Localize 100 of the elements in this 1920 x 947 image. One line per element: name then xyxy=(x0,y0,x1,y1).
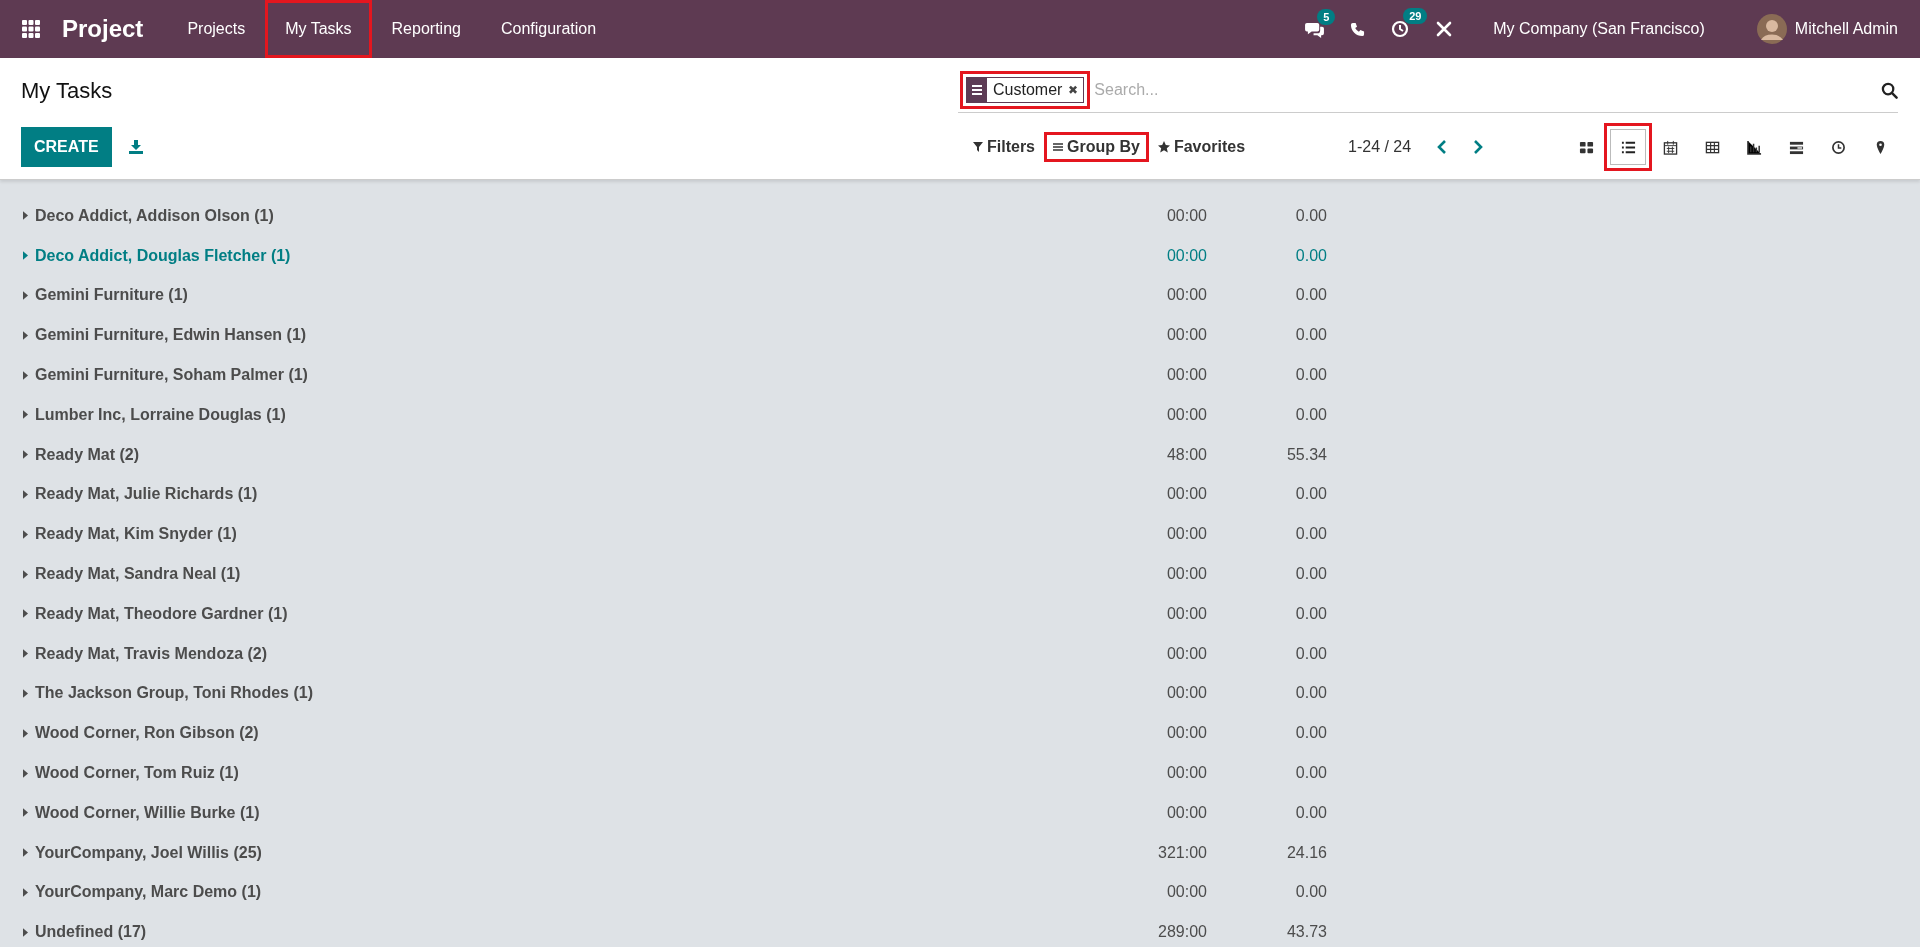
caret-icon xyxy=(23,291,28,300)
activity-icon xyxy=(1830,139,1846,155)
activity-count-badge: 29 xyxy=(1403,8,1428,24)
group-row-header[interactable]: Ready Mat (2) xyxy=(0,445,1103,464)
group-row-header[interactable]: Ready Mat, Kim Snyder (1) xyxy=(0,525,1103,544)
planned-hours-total: 00:00 xyxy=(1165,326,1207,345)
group-row-header[interactable]: Lumber Inc, Lorraine Douglas (1) xyxy=(0,405,1103,424)
progress-total: 0.00 xyxy=(1294,366,1327,385)
filter-icon xyxy=(973,142,983,152)
planned-hours-total: 00:00 xyxy=(1165,485,1207,504)
planned-hours-total: 48:00 xyxy=(1165,445,1207,464)
app-name[interactable]: Project xyxy=(62,15,144,43)
group-by-icon xyxy=(967,78,987,102)
kanban-icon xyxy=(1578,139,1594,155)
gantt-icon xyxy=(1788,139,1804,155)
caret-icon xyxy=(23,529,28,539)
company-switcher[interactable]: My Company (San Francisco) xyxy=(1493,20,1705,38)
planned-hours-total: 00:00 xyxy=(1165,883,1207,902)
group-row-header[interactable]: The Jackson Group, Toni Rhodes (1) xyxy=(0,684,1103,703)
group-row-header[interactable]: Ready Mat, Theodore Gardner (1) xyxy=(0,604,1103,623)
group-by-button[interactable]: Group By xyxy=(1047,135,1146,159)
page-title: My Tasks xyxy=(21,77,114,104)
planned-hours-total: 00:00 xyxy=(1165,644,1207,663)
progress-total: 0.00 xyxy=(1294,525,1327,544)
caret-icon xyxy=(23,211,28,221)
group-row-header[interactable]: Gemini Furniture, Soham Palmer (1) xyxy=(0,366,1103,385)
caret-icon xyxy=(23,370,28,380)
planned-hours-total: 00:00 xyxy=(1165,803,1207,822)
menu-item[interactable]: Projects xyxy=(167,0,266,58)
graph-icon xyxy=(1746,139,1762,155)
progress-total: 0.00 xyxy=(1294,206,1327,225)
progress-total: 55.34 xyxy=(1285,445,1327,464)
group-row-header[interactable]: YourCompany, Marc Demo (1) xyxy=(0,883,1103,902)
favorites-button[interactable]: Favorites xyxy=(1151,135,1252,159)
caret-icon xyxy=(23,450,28,460)
group-row-header[interactable]: Wood Corner, Willie Burke (1) xyxy=(0,803,1103,822)
caret-icon xyxy=(23,251,28,261)
user-name[interactable]: Mitchell Admin xyxy=(1794,20,1898,38)
group-row-header[interactable]: Wood Corner, Tom Ruiz (1) xyxy=(0,764,1103,783)
chat-icon[interactable] xyxy=(1305,20,1325,38)
menu-item[interactable]: Reporting xyxy=(371,0,481,58)
progress-total: 0.00 xyxy=(1294,883,1327,902)
menu-item[interactable]: Configuration xyxy=(480,0,617,58)
progress-total: 43.73 xyxy=(1285,923,1327,942)
progress-total: 0.00 xyxy=(1294,405,1327,424)
planned-hours-total: 00:00 xyxy=(1165,764,1207,783)
search-icon[interactable] xyxy=(1881,81,1898,99)
progress-total: 0.00 xyxy=(1294,803,1327,822)
caret-icon xyxy=(23,848,28,858)
create-button[interactable]: CREATE xyxy=(21,127,112,167)
planned-hours-total: 00:00 xyxy=(1165,286,1207,305)
planned-hours-total: 00:00 xyxy=(1165,405,1207,424)
caret-icon xyxy=(23,330,28,340)
list-icon xyxy=(1620,139,1636,155)
progress-total: 0.00 xyxy=(1294,684,1327,703)
caret-icon xyxy=(23,688,28,698)
phone-icon[interactable] xyxy=(1350,21,1366,37)
caret-icon xyxy=(23,410,28,420)
progress-total: 0.00 xyxy=(1294,286,1327,305)
group-row-header[interactable]: Gemini Furniture (1) xyxy=(0,286,1103,305)
group-row-header[interactable]: Ready Mat, Travis Mendoza (2) xyxy=(0,644,1103,663)
caret-icon xyxy=(23,728,28,738)
download-icon[interactable] xyxy=(127,139,144,155)
pivot-icon xyxy=(1704,139,1720,155)
caret-icon xyxy=(23,609,28,619)
group-row-header[interactable]: Ready Mat, Sandra Neal (1) xyxy=(0,565,1103,584)
planned-hours-total: 00:00 xyxy=(1165,206,1207,225)
progress-total: 0.00 xyxy=(1294,764,1327,783)
user-avatar[interactable] xyxy=(1756,14,1787,44)
planned-hours-total: 321:00 xyxy=(1157,843,1207,862)
group-row-header[interactable]: Gemini Furniture, Edwin Hansen (1) xyxy=(0,326,1103,345)
group-row-header[interactable]: Deco Addict, Douglas Fletcher (1) xyxy=(0,246,1103,265)
group-row-header[interactable]: Undefined (17) xyxy=(0,923,1103,942)
caret-icon xyxy=(23,808,28,818)
progress-total: 0.00 xyxy=(1294,604,1327,623)
next-page-icon[interactable] xyxy=(1473,139,1484,155)
caret-icon xyxy=(23,927,28,937)
previous-page-icon[interactable] xyxy=(1437,139,1448,155)
group-row-header[interactable]: YourCompany, Joel Willis (25) xyxy=(0,843,1103,862)
progress-total: 0.00 xyxy=(1294,246,1327,265)
app-grid-icon[interactable] xyxy=(22,20,40,38)
group-row-header[interactable]: Deco Addict, Addison Olson (1) xyxy=(0,206,1103,225)
group-row-header[interactable]: Wood Corner, Ron Gibson (2) xyxy=(0,724,1103,743)
calendar-icon xyxy=(1662,139,1678,155)
caret-icon xyxy=(23,887,28,897)
facet-label: Customer xyxy=(992,81,1064,99)
caret-icon xyxy=(23,569,28,579)
planned-hours-total: 00:00 xyxy=(1165,246,1207,265)
remove-facet-button[interactable]: ✖ xyxy=(1068,83,1084,97)
pager-value[interactable]: 1-24 / 24 xyxy=(1348,138,1412,156)
planned-hours-total: 00:00 xyxy=(1165,565,1207,584)
planned-hours-total: 00:00 xyxy=(1165,684,1207,703)
menu-item[interactable]: My Tasks xyxy=(265,0,372,58)
filters-button[interactable]: Filters xyxy=(967,135,1041,159)
clock-icon[interactable] xyxy=(1391,20,1410,38)
planned-hours-total: 00:00 xyxy=(1165,366,1207,385)
progress-total: 0.00 xyxy=(1294,485,1327,504)
progress-total: 24.16 xyxy=(1285,843,1327,862)
group-row-header[interactable]: Ready Mat, Julie Richards (1) xyxy=(0,485,1103,504)
progress-total: 0.00 xyxy=(1294,326,1327,345)
